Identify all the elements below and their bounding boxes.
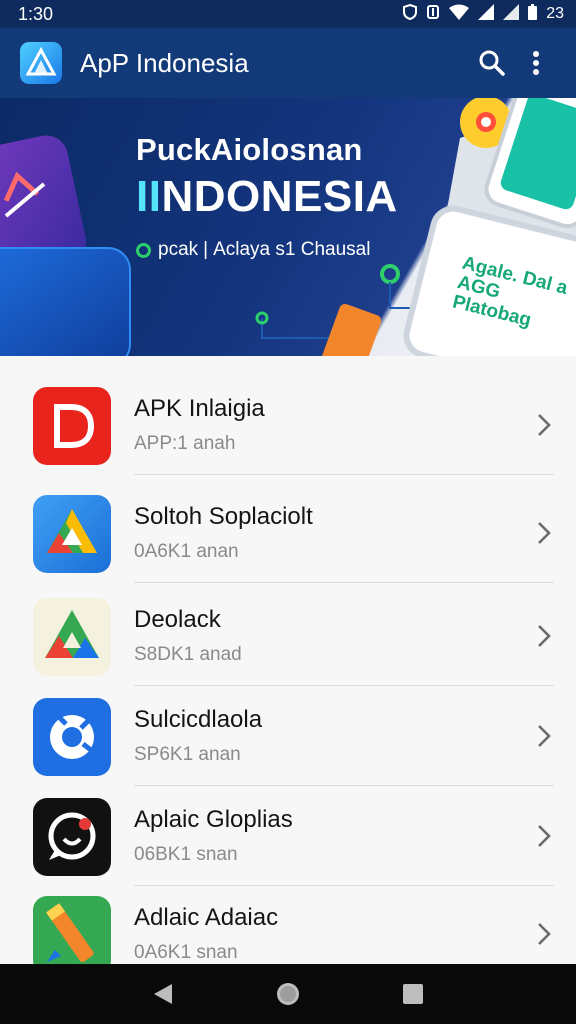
divider (134, 474, 554, 475)
app-subtitle: APP:1 anah (134, 433, 236, 454)
battery-icon (528, 3, 538, 25)
app-subtitle: 06BK1 snan (134, 844, 238, 865)
app-subtitle: 0A6K1 snan (134, 942, 238, 963)
status-bar: 1:30 23 (0, 0, 576, 28)
app-subtitle: 0A6K1 anan (134, 541, 239, 562)
triangle-drive-icon (33, 495, 111, 573)
back-button[interactable] (143, 974, 183, 1014)
list-item[interactable]: Deolack S8DK1 anad (0, 586, 576, 686)
chevron-right-icon (538, 625, 551, 647)
triangle-drive-icon (33, 598, 111, 676)
list-item[interactable]: APK Inlaigia APP:1 anah (0, 375, 576, 475)
app-bar: ApP Indonesia (0, 28, 576, 98)
battery-text: 23 (546, 5, 564, 22)
banner-title-line2: IINDONESIA (136, 172, 398, 222)
promo-banner[interactable]: PuckAiolosnan IINDONESIA pcak | Aclaya s… (0, 98, 576, 356)
banner-title-line1: PuckAiolosnan (136, 132, 363, 167)
app-name: Adlaic Adaiac (134, 904, 279, 931)
banner-subtitle-left: pcak (158, 239, 199, 260)
pencil-icon (33, 896, 111, 964)
chevron-right-icon (538, 825, 551, 847)
signal-icon (503, 3, 520, 25)
list-item[interactable]: Soltoh Soplaciolt 0A6K1 anan (0, 483, 576, 583)
banner-subtitle-right: Aclaya s1 Chausal (213, 239, 371, 260)
list-item[interactable]: Sulcicdlaola SP6K1 anan (0, 686, 576, 786)
wifi-icon (449, 4, 470, 25)
app-title: ApP Indonesia (80, 47, 249, 78)
recents-button[interactable] (393, 974, 433, 1014)
home-icon (276, 983, 299, 1005)
banner-title-main: NDONESIA (161, 172, 398, 221)
app-name: Soltoh Soplaciolt (134, 503, 313, 530)
more-vert-icon (533, 51, 539, 75)
app-subtitle: S8DK1 anad (134, 644, 242, 665)
home-button[interactable] (268, 974, 308, 1014)
list-item[interactable]: Adlaic Adaiac 0A6K1 snan (0, 884, 576, 964)
app-name: APK Inlaigia (134, 395, 265, 422)
search-icon (479, 50, 505, 76)
app-subtitle: SP6K1 anan (134, 744, 241, 765)
chevron-right-icon (538, 923, 551, 945)
back-icon (153, 984, 172, 1004)
banner-title-prefix: II (136, 172, 162, 221)
divider (134, 582, 554, 583)
app-list: APK Inlaigia APP:1 anah Soltoh Soplaciol… (0, 356, 576, 964)
search-button[interactable] (470, 41, 514, 85)
status-icons: 23 (403, 3, 564, 25)
signal-icon (478, 3, 495, 25)
app-name: Aplaic Gloplias (134, 806, 293, 833)
camera-shutter-icon (33, 698, 111, 776)
navigation-bar (0, 964, 576, 1024)
chevron-right-icon (538, 725, 551, 747)
banner-subtitle: pcak | Aclaya s1 Chausal (136, 239, 370, 261)
status-time: 1:30 (18, 3, 54, 24)
letter-d-icon (33, 387, 111, 465)
app-name: Deolack (134, 606, 221, 633)
chevron-right-icon (538, 522, 551, 544)
list-item[interactable]: Aplaic Gloplias 06BK1 snan (0, 786, 576, 886)
chat-bubble-icon (33, 798, 111, 876)
app-name: Sulcicdlaola (134, 706, 263, 733)
app-logo-icon (20, 42, 62, 84)
shield-icon (403, 3, 418, 25)
settings-icon (426, 4, 440, 25)
recents-icon (403, 984, 424, 1004)
chevron-right-icon (538, 414, 551, 436)
more-options-button[interactable] (514, 41, 558, 85)
green-dot-icon (136, 242, 151, 258)
banner-subtitle-separator: | (203, 239, 209, 260)
